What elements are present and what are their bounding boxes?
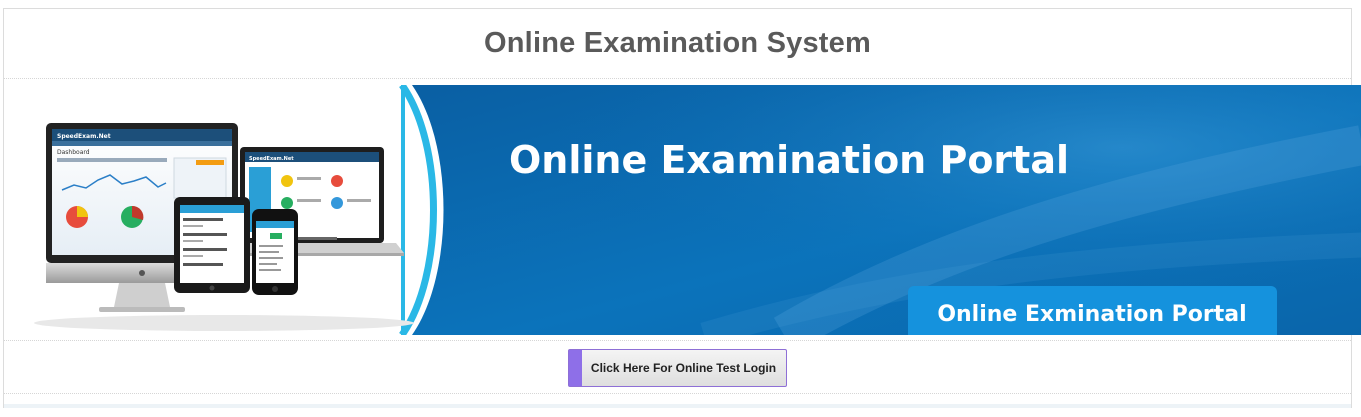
online-test-login-button[interactable]: Click Here For Online Test Login <box>568 348 787 387</box>
login-button-label: Click Here For Online Test Login <box>590 360 777 375</box>
svg-text:Dashboard: Dashboard <box>57 149 90 156</box>
main-panel: Online Examination System Online Examina… <box>3 8 1361 408</box>
phone-illustration <box>252 209 298 295</box>
footer-rule <box>4 404 1351 408</box>
banner-row: Online Examination Portal Online Exminat… <box>4 79 1361 341</box>
page-title: Online Examination System <box>484 27 871 59</box>
svg-text:SpeedExam.Net: SpeedExam.Net <box>57 133 111 140</box>
button-accent-bar <box>569 349 582 386</box>
title-row: Online Examination System <box>4 9 1351 79</box>
svg-text:SpeedExam.Net: SpeedExam.Net <box>249 156 294 162</box>
tablet-illustration <box>174 197 250 293</box>
banner-graphic: Online Examination Portal Online Exminat… <box>4 85 1361 335</box>
button-row: Click Here For Online Test Login <box>4 342 1351 394</box>
portal-banner-image: Online Examination Portal Online Exminat… <box>4 85 1361 335</box>
banner-tag-label: Online Exmination Portal <box>937 302 1246 327</box>
banner-headline: Online Examination Portal <box>509 138 1069 182</box>
